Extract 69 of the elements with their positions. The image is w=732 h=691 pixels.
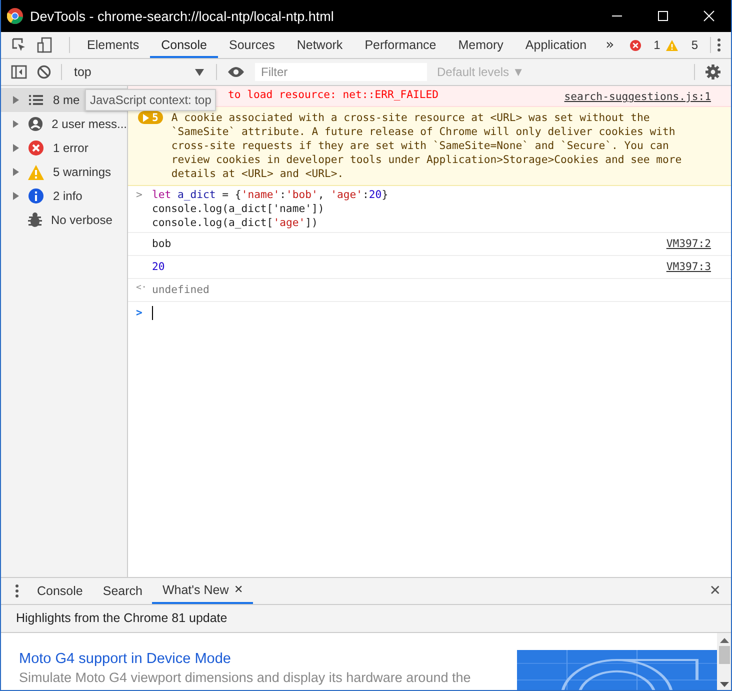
- clear-icon[interactable]: [37, 65, 51, 79]
- panel-tab[interactable]: Elements: [76, 32, 150, 58]
- expand-arrow-icon[interactable]: [13, 168, 19, 176]
- feature-link[interactable]: Moto G4 support in Device Mode: [19, 651, 517, 667]
- inspect-icon[interactable]: [11, 37, 27, 53]
- drawer-heading: Highlights from the Chrome 81 update: [1, 605, 731, 633]
- context-dropdown[interactable]: top: [72, 65, 206, 79]
- scrollbar[interactable]: [717, 633, 731, 690]
- panel-tab[interactable]: Network: [286, 32, 354, 58]
- warning-count: 5: [691, 38, 698, 52]
- code-line: let a_dict = {'name':'bob', 'age':20}: [152, 188, 390, 202]
- result-marker: <·: [136, 282, 148, 295]
- kebab-menu-icon[interactable]: [717, 38, 721, 52]
- sidebar-item[interactable]: 2 info: [1, 184, 127, 208]
- code-line: console.log(a_dict['name']): [152, 202, 326, 216]
- close-icon[interactable]: [703, 10, 715, 22]
- error-message: to load resource: net::ERR_FAILED: [228, 88, 440, 102]
- close-tab-button[interactable]: ✕: [234, 583, 243, 597]
- tooltip: JavaScript context: top: [85, 89, 216, 111]
- close-drawer-button[interactable]: ✕: [699, 583, 731, 599]
- sidebar-item[interactable]: 2 user mess...: [1, 112, 127, 136]
- chrome-logo-icon: [7, 8, 23, 24]
- info-icon: [28, 188, 44, 204]
- bug-icon: [28, 212, 42, 228]
- input-prompt: >: [136, 188, 144, 202]
- maximize-icon[interactable]: [657, 10, 669, 22]
- list-icon: [28, 92, 44, 108]
- source-link[interactable]: VM397:2: [666, 235, 711, 251]
- user-icon: [28, 116, 43, 132]
- drawer-tab[interactable]: Search: [92, 578, 152, 604]
- warning-message: A cookie associated with a cross-site resource at <URL> was set without the `SameSite` attribute. A future release of Chrome will only deliver cookies with cross-site requests if they are set with `SameSite=None` and `Secure`. You can review cookies in developer tools under Application>Storage>Cookies and see more details at <URL> and <URL>.: [171, 111, 683, 181]
- eye-icon[interactable]: [227, 66, 245, 78]
- result-value: undefined: [152, 283, 210, 298]
- sidebar-item[interactable]: 5 warnings: [1, 160, 127, 184]
- dropdown-caret-icon: [195, 68, 204, 76]
- error-icon: [28, 140, 44, 156]
- sidebar-toggle-icon[interactable]: [11, 65, 27, 79]
- repeat-count-badge: 5: [138, 111, 164, 124]
- settings-icon[interactable]: [705, 64, 721, 80]
- feature-description: Simulate Moto G4 viewport dimensions and display its hardware around the: [19, 670, 472, 685]
- input-prompt: >: [136, 306, 144, 320]
- panel-tab[interactable]: Performance: [354, 32, 448, 58]
- expand-arrow-icon[interactable]: [13, 96, 19, 104]
- warning-icon: [28, 164, 44, 180]
- panel-tab[interactable]: Memory: [447, 32, 514, 58]
- expand-arrow-icon[interactable]: [13, 120, 19, 128]
- panel-tab[interactable]: Application: [514, 32, 598, 58]
- expand-arrow-icon[interactable]: [13, 192, 19, 200]
- more-tabs-button[interactable]: »: [598, 37, 622, 53]
- log-output: 20: [152, 260, 166, 275]
- kebab-menu-icon[interactable]: [15, 584, 19, 598]
- error-count: 1: [654, 38, 660, 52]
- expand-arrow-icon[interactable]: [13, 144, 19, 152]
- code-line: console.log(a_dict['age']): [152, 216, 319, 230]
- sidebar-item[interactable]: No verbose: [1, 208, 127, 232]
- source-link[interactable]: search-suggestions.js:1: [564, 88, 711, 104]
- scrollbar-thumb[interactable]: [718, 646, 730, 664]
- drawer-tab[interactable]: Console: [27, 578, 93, 604]
- log-output: bob: [152, 237, 172, 252]
- sidebar-item[interactable]: 1 error: [1, 136, 127, 160]
- device-icon[interactable]: [37, 37, 53, 53]
- error-icon: [630, 40, 641, 50]
- filter-field[interactable]: Filter: [255, 63, 427, 81]
- source-link[interactable]: VM397:3: [666, 258, 711, 274]
- scroll-down-icon[interactable]: [720, 682, 728, 688]
- panel-tab[interactable]: Sources: [218, 32, 286, 58]
- scroll-up-icon[interactable]: [720, 637, 728, 643]
- warning-icon: [666, 40, 678, 50]
- window-title: DevTools - chrome-search://local-ntp/local-ntp.html: [30, 8, 334, 24]
